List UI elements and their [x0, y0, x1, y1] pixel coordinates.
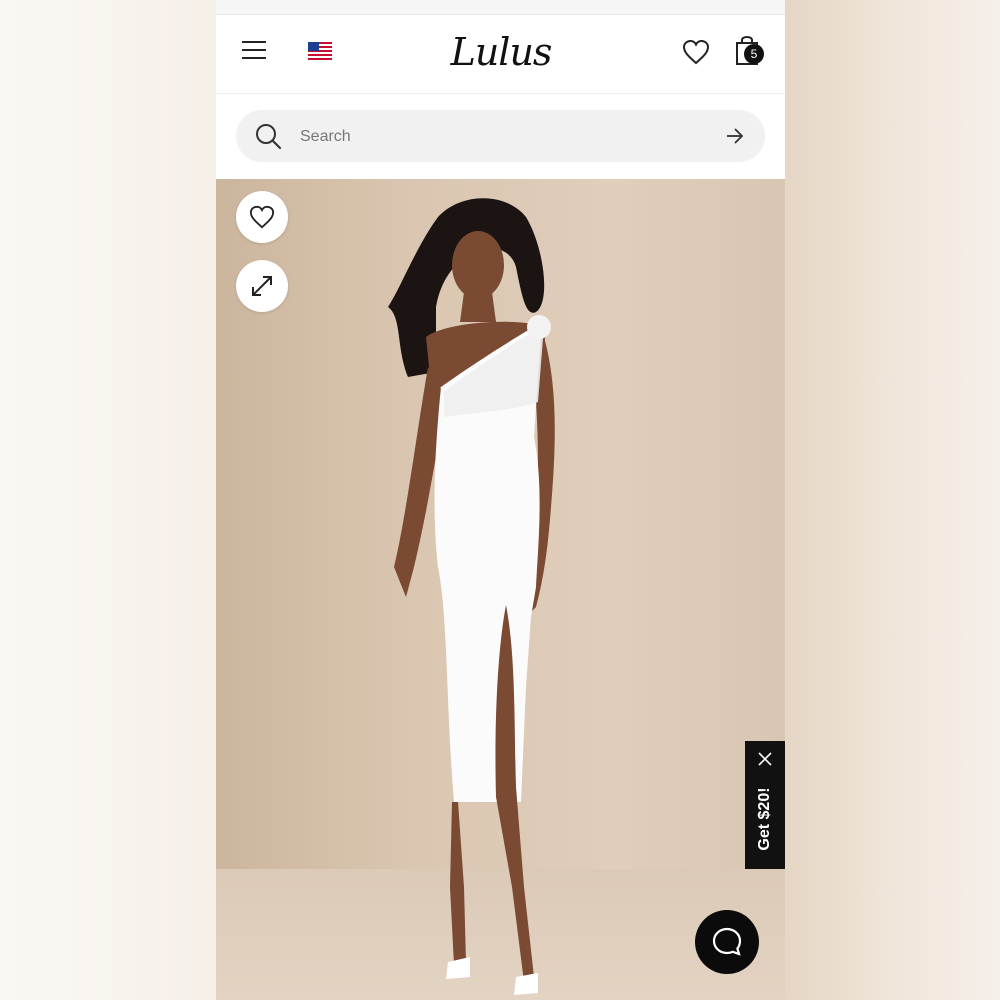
search-bar[interactable] [236, 110, 765, 162]
search-section [216, 94, 785, 178]
us-flag-icon[interactable] [308, 42, 332, 60]
hamburger-menu-icon [242, 41, 266, 43]
brand-logo[interactable]: Lulus [446, 29, 556, 75]
promo-label: Get $20! [756, 787, 773, 851]
site-header: Lulus 5 [216, 15, 785, 94]
save-to-wishlist-button[interactable] [236, 191, 288, 243]
expand-icon [252, 276, 272, 296]
search-icon [256, 124, 282, 150]
search-input[interactable] [298, 123, 702, 151]
background-right [785, 0, 1000, 1000]
cart-count-badge: 5 [744, 44, 764, 64]
product-image[interactable]: Get $20! [216, 179, 785, 1000]
model-photo [388, 198, 555, 995]
arrow-right-icon[interactable] [724, 126, 746, 146]
promo-tab[interactable]: Get $20! [745, 741, 785, 869]
heart-icon[interactable] [682, 39, 710, 65]
chat-button[interactable] [695, 910, 759, 974]
mobile-page: Lulus 5 Search Get $20! [216, 0, 785, 1000]
hamburger-line [242, 57, 266, 59]
heart-icon [249, 205, 275, 229]
status-strip [216, 0, 785, 15]
menu-button[interactable] [242, 41, 270, 63]
hamburger-line [242, 49, 266, 51]
chat-bubble-icon [712, 927, 742, 956]
expand-image-button[interactable] [236, 260, 288, 312]
